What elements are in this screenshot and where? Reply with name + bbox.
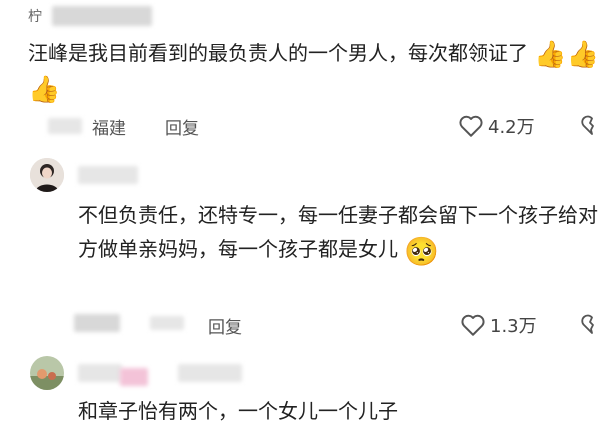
thumbs-up-emoji: 👍	[28, 75, 61, 105]
time-redaction	[48, 118, 82, 134]
reply-body: 和章子怡有两个，一个女儿一个儿子	[78, 399, 398, 423]
pleading-face-emoji: 🥺	[404, 234, 440, 268]
like-count: 4.2万	[488, 117, 535, 138]
comment-location: 福建	[92, 119, 126, 139]
like-count: 1.3万	[490, 316, 537, 337]
heart-outline-icon	[459, 115, 483, 137]
heart-broken-icon	[581, 314, 594, 334]
meta-redaction	[74, 314, 120, 332]
comment-author[interactable]: 柠	[28, 6, 42, 26]
comment-body: 汪峰是我目前看到的最负责人的一个男人，每次都领证了	[28, 41, 528, 65]
avatar[interactable]	[30, 158, 64, 192]
like-button[interactable]: 1.3万	[460, 312, 537, 338]
reply-button-label: 回复	[208, 318, 242, 338]
heart-broken-icon	[581, 115, 594, 135]
like-button[interactable]: 4.2万	[458, 113, 535, 139]
meta-redaction	[150, 316, 184, 330]
username-redaction	[52, 6, 152, 26]
avatar-image	[30, 356, 64, 390]
reply-text: 不但负责任，还特专一，每一任妻子都会留下一个孩子给对方做单亲妈妈，每一个孩子都是…	[78, 198, 598, 269]
username-redaction	[78, 166, 138, 184]
reply-button[interactable]: 回复	[165, 114, 199, 139]
thumbs-up-emoji: 👍	[566, 39, 600, 70]
heart-outline-icon	[461, 314, 485, 336]
username-redaction	[78, 364, 122, 382]
avatar-image	[30, 158, 64, 192]
reply-button[interactable]: 回复	[208, 313, 242, 338]
dislike-button[interactable]	[580, 312, 600, 340]
reply-text: 和章子怡有两个，一个女儿一个儿子	[78, 394, 598, 428]
comment-text: 汪峰是我目前看到的最负责人的一个男人，每次都领证了 👍👍👍	[28, 36, 600, 107]
username-redaction	[178, 364, 242, 382]
comment-meta: 福建	[92, 114, 126, 139]
comment-author-name: 柠	[28, 9, 42, 25]
username-redaction	[120, 368, 148, 386]
reply-button-label: 回复	[165, 119, 199, 139]
reply-body: 不但负责任，还特专一，每一任妻子都会留下一个孩子给对方做单亲妈妈，每一个孩子都是…	[78, 203, 598, 261]
dislike-button[interactable]	[580, 113, 600, 141]
avatar[interactable]	[30, 356, 64, 390]
thumbs-up-emoji: 👍	[534, 39, 567, 70]
